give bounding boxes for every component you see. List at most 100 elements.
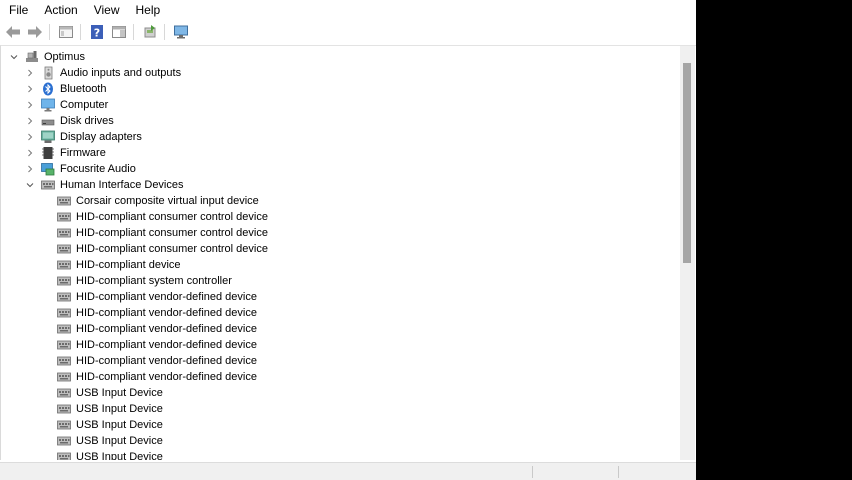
hid-device-label: HID-compliant vendor-defined device bbox=[76, 291, 257, 303]
hid-device-item[interactable]: Corsair composite virtual input device bbox=[57, 193, 259, 209]
action-pane-icon bbox=[112, 25, 126, 38]
forward-button[interactable] bbox=[25, 22, 45, 42]
tree-category-label: Display adapters bbox=[60, 131, 142, 143]
menu-help[interactable]: Help bbox=[128, 0, 169, 20]
hid-device-label: USB Input Device bbox=[76, 403, 163, 415]
tree-category-focusrite-audio[interactable]: Focusrite Audio bbox=[25, 161, 136, 177]
hid-device-label: USB Input Device bbox=[76, 419, 163, 431]
audio-device-icon bbox=[41, 162, 55, 176]
hid-device-item[interactable]: HID-compliant consumer control device bbox=[57, 225, 268, 241]
hid-device-label: HID-compliant vendor-defined device bbox=[76, 307, 257, 319]
tree-root[interactable]: Optimus bbox=[9, 49, 85, 65]
menu-view[interactable]: View bbox=[86, 0, 128, 20]
hid-device-item[interactable]: HID-compliant consumer control device bbox=[57, 241, 268, 257]
device-tree[interactable]: Optimus Audio inputs and outputs Bluetoo… bbox=[0, 45, 696, 460]
hid-device-item[interactable]: HID-compliant device bbox=[57, 257, 181, 273]
scrollbar-thumb[interactable] bbox=[683, 63, 691, 263]
expand-chevron-icon[interactable] bbox=[25, 129, 35, 145]
back-button[interactable] bbox=[3, 22, 23, 42]
hid-device-label: USB Input Device bbox=[76, 451, 163, 460]
tree-category-audio[interactable]: Audio inputs and outputs bbox=[25, 65, 181, 81]
hid-device-label: Corsair composite virtual input device bbox=[76, 195, 259, 207]
expand-chevron-icon[interactable] bbox=[25, 161, 35, 177]
back-arrow-icon bbox=[6, 25, 20, 38]
status-bar bbox=[0, 462, 696, 480]
hid-device-item[interactable]: HID-compliant vendor-defined device bbox=[57, 369, 257, 385]
scroll-up-button[interactable] bbox=[680, 46, 695, 61]
disk-drive-icon bbox=[41, 114, 55, 128]
toolbar-separator bbox=[80, 23, 81, 40]
update-driver-button[interactable] bbox=[140, 22, 160, 42]
tree-category-computer[interactable]: Computer bbox=[25, 97, 108, 113]
toolbar-separator bbox=[49, 23, 50, 40]
hid-device-item[interactable]: HID-compliant vendor-defined device bbox=[57, 305, 257, 321]
hid-device-label: HID-compliant vendor-defined device bbox=[76, 371, 257, 383]
hid-device-label: HID-compliant vendor-defined device bbox=[76, 355, 257, 367]
hid-device-icon bbox=[57, 242, 71, 256]
properties-button[interactable] bbox=[56, 22, 76, 42]
hid-device-label: HID-compliant vendor-defined device bbox=[76, 339, 257, 351]
tree-category-label: Human Interface Devices bbox=[60, 179, 184, 191]
computer-tree-icon bbox=[25, 50, 39, 64]
hid-device-label: HID-compliant consumer control device bbox=[76, 211, 268, 223]
tree-category-display-adapters[interactable]: Display adapters bbox=[25, 129, 142, 145]
hid-device-item[interactable]: HID-compliant system controller bbox=[57, 273, 232, 289]
hid-device-item[interactable]: USB Input Device bbox=[57, 417, 163, 433]
help-button[interactable]: ? bbox=[87, 22, 107, 42]
collapse-chevron-icon[interactable] bbox=[25, 177, 35, 193]
tree-category-label: Focusrite Audio bbox=[60, 163, 136, 175]
expand-chevron-icon[interactable] bbox=[25, 145, 35, 161]
hid-device-icon bbox=[57, 338, 71, 352]
vertical-scrollbar[interactable] bbox=[680, 46, 695, 460]
menu-file[interactable]: File bbox=[0, 0, 36, 20]
expand-chevron-icon[interactable] bbox=[25, 97, 35, 113]
tree-category-label: Computer bbox=[60, 99, 109, 111]
tree-category-firmware[interactable]: Firmware bbox=[25, 145, 106, 161]
expand-chevron-icon[interactable] bbox=[25, 113, 35, 129]
hid-device-item[interactable]: HID-compliant consumer control device bbox=[57, 209, 268, 225]
toolbar-separator bbox=[164, 23, 165, 40]
expand-chevron-icon[interactable] bbox=[25, 65, 35, 81]
tree-category-label: Audio inputs and outputs bbox=[60, 67, 182, 79]
collapse-chevron-icon[interactable] bbox=[9, 49, 19, 65]
hid-device-label: HID-compliant system controller bbox=[76, 275, 232, 287]
hid-device-icon bbox=[57, 386, 71, 400]
hid-device-label: HID-compliant device bbox=[76, 259, 181, 271]
hid-device-item[interactable]: HID-compliant vendor-defined device bbox=[57, 321, 257, 337]
update-driver-icon bbox=[144, 24, 156, 37]
menu-action[interactable]: Action bbox=[36, 0, 85, 20]
hid-device-icon bbox=[57, 290, 71, 304]
tree-category-disk-drives[interactable]: Disk drives bbox=[25, 113, 114, 129]
hid-category-icon bbox=[41, 178, 55, 192]
display-adapter-icon bbox=[41, 130, 55, 144]
bluetooth-icon bbox=[41, 82, 55, 96]
tree-category-hid[interactable]: Human Interface Devices bbox=[25, 177, 184, 193]
hid-device-icon bbox=[57, 322, 71, 336]
status-divider bbox=[618, 466, 619, 478]
hid-device-icon bbox=[57, 402, 71, 416]
tree-category-bluetooth[interactable]: Bluetooth bbox=[25, 81, 106, 97]
hid-device-item[interactable]: USB Input Device bbox=[57, 449, 163, 460]
monitor-icon bbox=[41, 98, 55, 112]
action-pane-button[interactable] bbox=[109, 22, 129, 42]
hid-device-item[interactable]: USB Input Device bbox=[57, 401, 163, 417]
hid-device-icon bbox=[57, 354, 71, 368]
scan-hardware-button[interactable] bbox=[171, 22, 191, 42]
tree-category-label: Disk drives bbox=[60, 115, 114, 127]
hid-device-label: USB Input Device bbox=[76, 387, 163, 399]
expand-chevron-icon[interactable] bbox=[25, 81, 35, 97]
tree-category-label: Firmware bbox=[60, 147, 106, 159]
hid-device-item[interactable]: USB Input Device bbox=[57, 385, 163, 401]
speaker-icon bbox=[41, 66, 55, 80]
hid-device-icon bbox=[57, 258, 71, 272]
hid-device-item[interactable]: HID-compliant vendor-defined device bbox=[57, 289, 257, 305]
hid-device-item[interactable]: HID-compliant vendor-defined device bbox=[57, 353, 257, 369]
hid-device-item[interactable]: USB Input Device bbox=[57, 433, 163, 449]
hid-device-icon bbox=[57, 434, 71, 448]
hid-device-icon bbox=[57, 450, 71, 460]
svg-text:?: ? bbox=[94, 26, 100, 39]
help-icon: ? bbox=[91, 24, 103, 39]
status-divider bbox=[532, 466, 533, 478]
hid-device-item[interactable]: HID-compliant vendor-defined device bbox=[57, 337, 257, 353]
hid-device-icon bbox=[57, 194, 71, 208]
